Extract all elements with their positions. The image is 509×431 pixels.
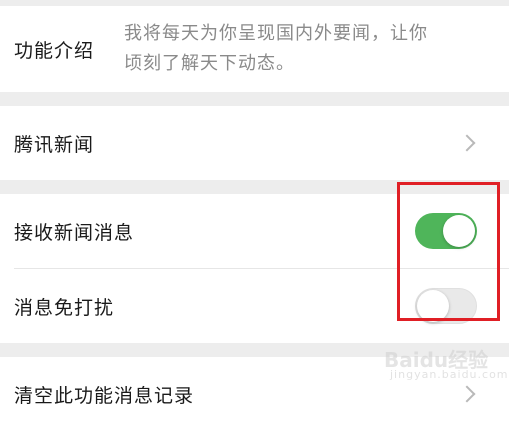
chevron-right-icon xyxy=(458,385,476,403)
receive-news-row: 接收新闻消息 xyxy=(0,194,509,268)
chevron-right-icon xyxy=(458,134,476,152)
publisher-row-right xyxy=(458,134,495,152)
message-settings-section: 接收新闻消息 消息免打扰 xyxy=(0,194,509,343)
do-not-disturb-row-right xyxy=(415,288,495,324)
do-not-disturb-row: 消息免打扰 xyxy=(0,269,509,343)
intro-description: 我将每天为你呈现国内外要闻，让你 顷刻了解天下动态。 xyxy=(122,19,428,79)
section-gap xyxy=(0,180,509,194)
do-not-disturb-label: 消息免打扰 xyxy=(14,296,115,319)
publisher-section: 腾讯新闻 xyxy=(0,106,509,180)
toggle-knob xyxy=(417,290,449,322)
publisher-row[interactable]: 腾讯新闻 xyxy=(0,106,509,180)
clear-history-row[interactable]: 清空此功能消息记录 xyxy=(0,357,509,431)
do-not-disturb-toggle[interactable] xyxy=(415,288,477,324)
receive-news-toggle[interactable] xyxy=(415,213,477,249)
intro-text-line-2: 顷刻了解天下动态。 xyxy=(124,53,295,74)
intro-text-line-1: 我将每天为你呈现国内外要闻，让你 xyxy=(124,23,428,44)
intro-row: 功能介绍 我将每天为你呈现国内外要闻，让你 顷刻了解天下动态。 xyxy=(0,6,509,92)
clear-history-label: 清空此功能消息记录 xyxy=(14,384,195,407)
clear-section: 清空此功能消息记录 xyxy=(0,357,509,431)
toggle-knob xyxy=(443,215,475,247)
section-gap xyxy=(0,343,509,357)
intro-label: 功能介绍 xyxy=(14,39,95,62)
publisher-label: 腾讯新闻 xyxy=(14,133,95,156)
intro-section: 功能介绍 我将每天为你呈现国内外要闻，让你 顷刻了解天下动态。 xyxy=(0,6,509,92)
receive-news-row-right xyxy=(415,213,495,249)
clear-history-row-right xyxy=(458,385,495,403)
section-gap xyxy=(0,92,509,106)
receive-news-label: 接收新闻消息 xyxy=(14,221,135,244)
